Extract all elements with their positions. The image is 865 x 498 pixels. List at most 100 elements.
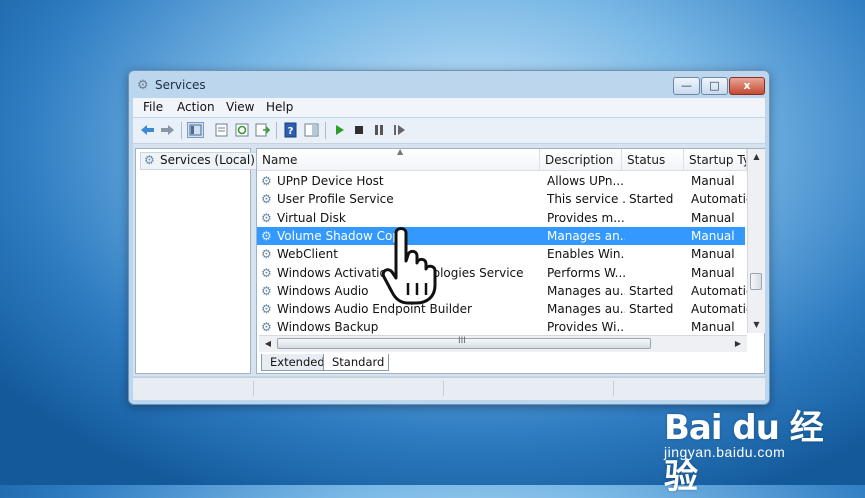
maximize-button[interactable]: □ — [701, 77, 728, 95]
table-row[interactable]: ⚙ Volume Shadow Copy Manages an... Manual — [257, 226, 745, 245]
horizontal-scroll-thumb[interactable]: III — [277, 336, 651, 349]
menu-file[interactable]: File — [143, 100, 163, 114]
startup-type-cell: Manual — [691, 320, 735, 335]
tab-standard[interactable]: Standard — [323, 354, 389, 371]
description-cell: Allows UPn... — [547, 174, 624, 188]
service-name-label: WebClient — [277, 247, 338, 262]
gear-icon: ⚙ — [144, 153, 155, 167]
tab-extended[interactable]: Extended — [261, 354, 325, 371]
status-cell: Started — [629, 192, 674, 207]
startup-type-cell: Manual — [691, 247, 735, 262]
startup-type-cell: Manual — [691, 228, 735, 243]
services-window: ⚙ Services — □ x File Action View Help ?… — [128, 70, 770, 405]
startup-type-cell: Automatic — [691, 192, 751, 207]
status-cell: Started — [629, 302, 674, 317]
back-arrow-icon[interactable] — [139, 122, 156, 138]
service-gear-icon: ⚙ — [261, 265, 272, 280]
table-row[interactable]: ⚙ UPnP Device Host Allows UPn... Manual — [257, 172, 745, 190]
start-service-icon[interactable] — [331, 122, 348, 138]
service-gear-icon: ⚙ — [261, 247, 272, 262]
menu-bar: File Action View Help — [133, 98, 765, 117]
description-cell: Provides m... — [547, 210, 625, 225]
menu-view[interactable]: View — [226, 100, 254, 114]
scroll-grip: III — [458, 336, 466, 346]
tree-item-services-local[interactable]: ⚙ Services (Local) — [140, 152, 259, 170]
stop-service-icon[interactable] — [351, 122, 368, 138]
window-title: Services — [155, 78, 206, 92]
startup-type-cell: Manual — [691, 265, 735, 280]
vertical-scrollbar[interactable]: ▲ ▼ — [747, 149, 765, 333]
scroll-down-arrow-icon[interactable]: ▼ — [748, 317, 765, 333]
restart-service-icon[interactable] — [391, 122, 408, 138]
horizontal-scrollbar[interactable]: ◀ III ▶ — [259, 335, 747, 352]
table-row[interactable]: ⚙ Windows Activation Technologies Service… — [257, 264, 745, 282]
startup-type-cell: Automatic — [691, 283, 751, 298]
baidu-jingyan-watermark: Bai du 经验 jingyan.baidu.com — [664, 392, 854, 497]
close-button[interactable]: x — [729, 77, 765, 95]
refresh-icon[interactable] — [234, 122, 251, 138]
services-list-pane: Name ▲ Description Status Startup Typ ⚙ U… — [256, 148, 765, 374]
service-name-cell: ⚙ Windows Backup — [261, 318, 539, 336]
service-name-label: Windows Audio — [277, 283, 369, 298]
sort-ascending-icon: ▲ — [397, 149, 404, 156]
menu-help[interactable]: Help — [266, 100, 293, 114]
service-name-label: Virtual Disk — [277, 210, 346, 225]
properties-icon[interactable] — [213, 122, 230, 138]
status-cell: Started — [629, 283, 674, 298]
minimize-button[interactable]: — — [673, 77, 700, 95]
service-name-label: Windows Audio Endpoint Builder — [277, 302, 472, 317]
toolbar-separator — [276, 122, 277, 139]
action-pane-icon[interactable] — [303, 122, 320, 138]
service-name-cell: ⚙ UPnP Device Host — [261, 172, 539, 190]
svg-text:?: ? — [288, 126, 294, 137]
toolbar-separator — [325, 122, 326, 139]
column-header-name[interactable]: Name ▲ — [257, 149, 540, 171]
show-hide-console-tree-icon[interactable] — [187, 122, 204, 138]
status-cell — [443, 381, 614, 396]
vertical-scroll-thumb[interactable] — [750, 273, 762, 290]
service-name-label: User Profile Service — [277, 192, 394, 207]
column-header-startup-type[interactable]: Startup Typ — [684, 149, 747, 171]
watermark-url: jingyan.baidu.com — [664, 444, 786, 460]
service-name-cell: ⚙ Virtual Disk — [261, 209, 539, 227]
table-row[interactable]: ⚙ Windows Audio Endpoint Builder Manages a… — [257, 300, 751, 318]
services-table-body: ⚙ UPnP Device Host Allows UPn... Manual ⚙ Use… — [257, 171, 751, 336]
service-gear-icon: ⚙ — [261, 228, 272, 243]
status-cell — [253, 381, 444, 396]
table-row[interactable]: ⚙ User Profile Service This service ... Sta… — [257, 190, 751, 208]
startup-type-cell: Automatic — [691, 302, 751, 317]
table-row[interactable]: ⚙ Virtual Disk Provides m... Manual — [257, 209, 745, 227]
table-row[interactable]: ⚙ WebClient Enables Win... Manual — [257, 245, 745, 263]
service-name-cell: ⚙ User Profile Service — [261, 190, 539, 208]
description-cell: Performs W... — [547, 265, 625, 280]
help-icon[interactable]: ? — [282, 122, 299, 138]
services-gear-icon: ⚙ — [137, 78, 149, 93]
export-list-icon[interactable] — [254, 122, 271, 138]
service-gear-icon: ⚙ — [261, 192, 272, 207]
forward-arrow-icon[interactable] — [159, 122, 176, 138]
table-row[interactable]: ⚙ Windows Audio Manages au... Started Automa… — [257, 282, 751, 300]
service-gear-icon: ⚙ — [261, 210, 272, 225]
service-gear-icon: ⚙ — [261, 302, 272, 317]
toolbar: ? — [133, 118, 765, 144]
service-gear-icon: ⚙ — [261, 174, 272, 188]
menu-action[interactable]: Action — [177, 100, 215, 114]
scroll-up-arrow-icon[interactable]: ▲ — [748, 149, 765, 165]
hand-pointer-icon — [381, 227, 437, 305]
startup-type-cell: Manual — [691, 174, 735, 188]
toolbar-separator — [181, 122, 182, 139]
table-row[interactable]: ⚙ Windows Backup Provides Wi... Manual — [257, 318, 745, 336]
column-header-description[interactable]: Description — [540, 149, 622, 171]
description-cell: This service ... — [547, 192, 625, 207]
scroll-left-arrow-icon[interactable]: ◀ — [261, 336, 275, 352]
column-header-status[interactable]: Status — [622, 149, 684, 171]
title-bar[interactable]: ⚙ Services — □ x — [129, 71, 769, 99]
tree-item-label: Services (Local) — [160, 153, 255, 167]
pause-service-icon[interactable] — [371, 122, 388, 138]
scroll-right-arrow-icon[interactable]: ▶ — [731, 336, 745, 352]
service-name-label: UPnP Device Host — [277, 174, 384, 188]
service-gear-icon: ⚙ — [261, 320, 272, 335]
startup-type-cell: Manual — [691, 210, 735, 225]
description-cell: Manages au... — [547, 302, 625, 317]
column-header-label: Name — [262, 153, 298, 167]
